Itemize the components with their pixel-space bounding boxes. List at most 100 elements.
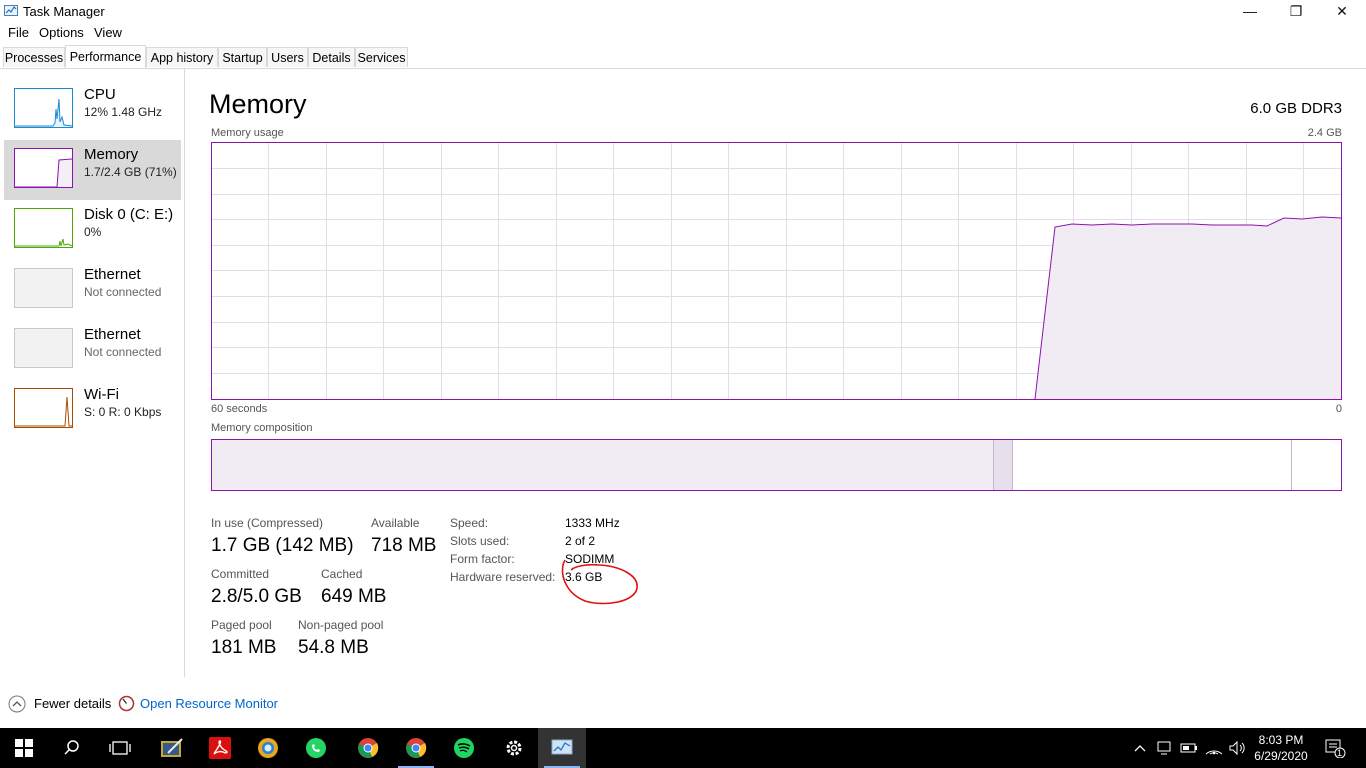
battery-icon[interactable]	[1178, 728, 1200, 768]
chrome-canary-icon[interactable]	[244, 728, 292, 768]
spotify-icon[interactable]	[440, 728, 488, 768]
resource-monitor-icon	[118, 695, 135, 712]
memory-thumbnail-graph	[14, 148, 73, 188]
tab-details[interactable]: Details	[308, 47, 355, 67]
memory-usage-graph	[211, 142, 1342, 400]
graph-time-left: 60 seconds	[211, 403, 268, 415]
cached-label: Cached	[321, 567, 363, 581]
in-use-value: 1.7 GB (142 MB)	[211, 535, 354, 556]
task-view-icon[interactable]	[96, 728, 144, 768]
sidebar-item-label: Memory	[84, 146, 139, 163]
speed-value: 1333 MHz	[565, 516, 620, 530]
windows-start-icon[interactable]	[0, 728, 48, 768]
wifi-icon[interactable]	[1203, 728, 1225, 768]
non-paged-pool-label: Non-paged pool	[298, 618, 384, 632]
sidebar-item-ethernet-1[interactable]: Ethernet Not connected	[4, 260, 181, 320]
memory-usage-max: 2.4 GB	[1307, 127, 1342, 139]
slots-used-value: 2 of 2	[565, 534, 596, 548]
acrobat-icon[interactable]	[196, 728, 244, 768]
menu-options[interactable]: Options	[39, 25, 84, 40]
in-use-label: In use (Compressed)	[211, 516, 324, 530]
sidebar-item-label: Ethernet	[84, 266, 141, 283]
in-use-segment	[212, 440, 994, 490]
minimize-button[interactable]: —	[1227, 0, 1273, 22]
title-bar: Task Manager — ❐ ✕	[0, 0, 1366, 22]
task-manager-icon	[4, 5, 18, 16]
free-segment	[1292, 440, 1341, 490]
form-factor-label: Form factor:	[450, 552, 515, 566]
clock-time: 8:03 PM	[1258, 733, 1304, 747]
sidebar-item-label: Disk 0 (C: E:)	[84, 206, 174, 223]
sidebar-item-cpu[interactable]: CPU 12% 1.48 GHz	[4, 80, 181, 140]
menu-view[interactable]: View	[94, 25, 122, 40]
ethernet-thumbnail-graph	[14, 268, 73, 308]
modified-segment	[994, 440, 1013, 490]
sidebar-item-label: Wi-Fi	[84, 386, 119, 403]
memory-total: 6.0 GB DDR3	[1250, 100, 1342, 117]
open-resource-monitor-link[interactable]: Open Resource Monitor	[140, 696, 278, 711]
search-icon[interactable]	[48, 728, 96, 768]
red-circle-annotation	[561, 559, 638, 605]
fewer-details-chevron-up-icon[interactable]	[8, 695, 26, 713]
sidebar-item-sub: Not connected	[84, 285, 162, 299]
sidebar-item-sub: S: 0 R: 0 Kbps	[84, 405, 162, 419]
paged-pool-value: 181 MB	[211, 637, 277, 658]
sidebar-item-disk[interactable]: Disk 0 (C: E:) 0%	[4, 200, 181, 260]
sidebar-item-sub: 1.7/2.4 GB (71%)	[84, 165, 177, 179]
available-label: Available	[371, 516, 420, 530]
sidebar-item-memory[interactable]: Memory 1.7/2.4 GB (71%)	[4, 140, 181, 200]
tab-users[interactable]: Users	[267, 47, 308, 67]
tab-startup[interactable]: Startup	[218, 47, 267, 67]
clock[interactable]: 8:03 PM 6/29/2020	[1252, 728, 1310, 768]
cpu-mini-chart	[15, 98, 72, 127]
wifi-mini-chart	[15, 396, 72, 427]
tab-performance[interactable]: Performance	[65, 45, 146, 68]
page-title: Memory	[209, 89, 307, 119]
tab-services[interactable]: Services	[355, 47, 408, 67]
sidebar-item-ethernet-2[interactable]: Ethernet Not connected	[4, 320, 181, 380]
memory-usage-label: Memory usage	[211, 127, 284, 139]
tab-processes[interactable]: Processes	[3, 47, 65, 67]
sidebar-item-sub: 12% 1.48 GHz	[84, 105, 163, 119]
settings-gear-icon[interactable]	[490, 728, 538, 768]
sidebar-divider	[184, 68, 185, 677]
memory-usage-chart	[212, 143, 1341, 399]
committed-value: 2.8/5.0 GB	[211, 586, 302, 607]
tab-app-history[interactable]: App history	[146, 47, 218, 67]
sidebar-item-label: Ethernet	[84, 326, 141, 343]
clock-date: 6/29/2020	[1254, 749, 1308, 763]
slots-used-label: Slots used:	[450, 534, 510, 548]
restore-button[interactable]: ❐	[1273, 0, 1319, 22]
wifi-thumbnail-graph	[14, 388, 73, 428]
app-icon[interactable]	[148, 728, 196, 768]
chevron-up-icon[interactable]	[1130, 728, 1150, 768]
display-icon[interactable]	[1154, 728, 1174, 768]
task-manager-icon[interactable]	[538, 728, 586, 768]
disk-thumbnail-graph	[14, 208, 73, 248]
cached-value: 649 MB	[321, 586, 387, 607]
window-title: Task Manager	[23, 4, 105, 19]
fewer-details-link[interactable]: Fewer details	[34, 696, 111, 711]
paged-pool-label: Paged pool	[211, 618, 272, 632]
sidebar-item-sub: 0%	[84, 225, 102, 239]
whatsapp-icon[interactable]	[292, 728, 340, 768]
hardware-reserved-label: Hardware reserved:	[450, 570, 556, 584]
memory-mini-chart	[15, 158, 72, 187]
close-button[interactable]: ✕	[1319, 0, 1365, 22]
chrome-icon[interactable]	[392, 728, 440, 768]
speed-label: Speed:	[450, 516, 489, 530]
sidebar-item-wifi[interactable]: Wi-Fi S: 0 R: 0 Kbps	[4, 380, 181, 440]
committed-label: Committed	[211, 567, 270, 581]
chrome-icon[interactable]	[344, 728, 392, 768]
sidebar-item-sub: Not connected	[84, 345, 162, 359]
notification-center-icon[interactable]: 1	[1320, 728, 1350, 768]
cpu-thumbnail-graph	[14, 88, 73, 128]
notification-count: 1	[1337, 748, 1343, 758]
ethernet-thumbnail-graph	[14, 328, 73, 368]
sidebar-item-label: CPU	[84, 86, 116, 103]
menu-file[interactable]: File	[8, 25, 29, 40]
volume-icon[interactable]	[1227, 728, 1249, 768]
available-value: 718 MB	[371, 535, 437, 556]
standby-segment	[1013, 440, 1292, 490]
graph-time-right: 0	[1335, 403, 1342, 415]
